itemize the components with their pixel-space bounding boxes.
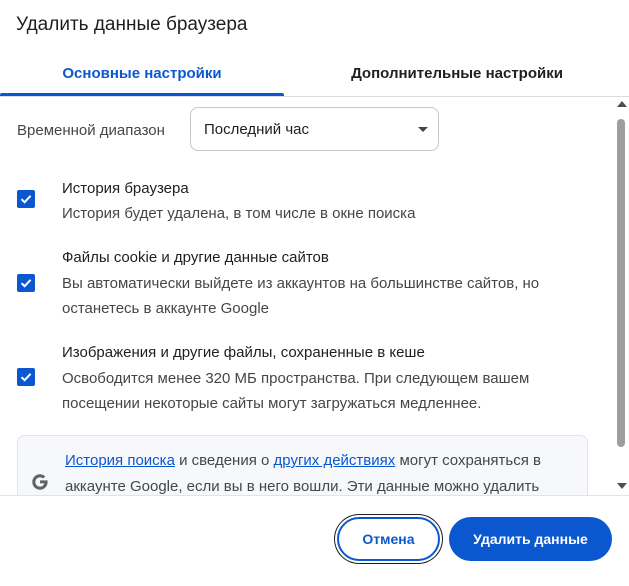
checkbox-title: Файлы cookie и другие данные сайтов [62,249,329,266]
active-tab-indicator [0,93,284,96]
caret-down-icon [418,127,428,132]
checkbox-row-browsing-history: История браузера История будет удалена, … [0,179,613,229]
google-account-notice: История поиска и сведения о других дейст… [17,435,588,495]
tab-basic-settings-label: Основные настройки [62,64,222,82]
checkbox-row-cookies: Файлы cookie и другие данные сайтов Вы а… [0,249,613,324]
tab-advanced-settings-label: Дополнительные настройки [351,64,563,82]
checkbox-browsing-history[interactable] [17,190,35,208]
checkbox-cache[interactable] [17,368,35,386]
time-range-label: Временной диапазон [17,122,165,139]
tab-bar: Основные настройки Дополнительные настро… [0,52,629,97]
delete-data-button[interactable]: Удалить данные [449,517,612,561]
search-history-link[interactable]: История поиска [65,452,175,469]
checkbox-description: История будет удалена, в том числе в окн… [62,205,416,222]
scrollbar-thumb[interactable] [617,119,625,447]
checkbox-description: Освободится менее 320 МБ пространства. П… [62,370,530,412]
scrollbar[interactable] [613,97,629,495]
dialog-title: Удалить данные браузера [16,14,248,35]
scroll-up-arrow-icon[interactable] [617,101,627,107]
notice-text-part: и сведения о [174,452,274,469]
check-icon [20,279,32,288]
checkbox-title: История браузера [62,180,189,197]
tab-basic-settings[interactable]: Основные настройки [0,52,284,96]
check-icon [20,373,32,382]
scroll-down-arrow-icon[interactable] [617,483,627,489]
checkbox-description: Вы автоматически выйдете из аккаунтов на… [62,275,540,317]
check-icon [20,195,32,204]
tab-advanced-settings[interactable]: Дополнительные настройки [300,52,614,94]
settings-content: Временной диапазон Последний час История… [0,97,613,495]
cancel-button[interactable]: Отмена [337,517,440,561]
time-range-value: Последний час [204,120,310,138]
time-range-select[interactable]: Последний час [190,107,439,151]
dialog-footer: Отмена Удалить данные [0,495,629,586]
checkbox-row-cache: Изображения и другие файлы, сохраненные … [0,344,613,419]
google-notice-text: История поиска и сведения о других дейст… [65,448,580,495]
checkbox-title: Изображения и другие файлы, сохраненные … [62,344,425,361]
google-g-icon [32,474,48,490]
other-activity-link[interactable]: других действиях [274,452,396,469]
checkbox-cookies[interactable] [17,274,35,292]
